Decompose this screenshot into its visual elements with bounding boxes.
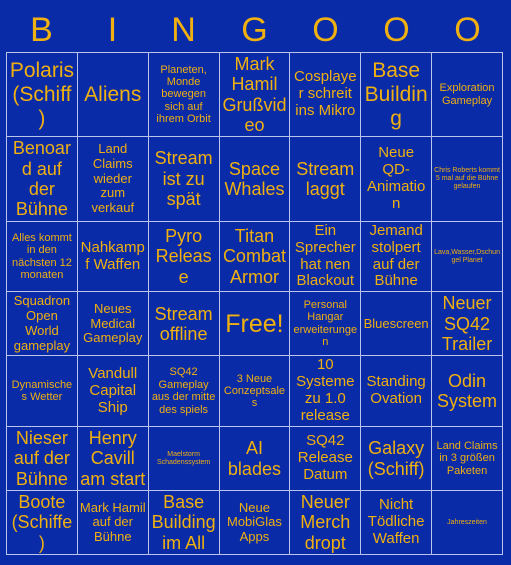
- bingo-letter-n: N: [171, 11, 196, 49]
- bingo-grid: Polaris (Schiff) Aliens Planeten, Monde be…: [6, 51, 503, 556]
- bingo-cell[interactable]: Stream laggt: [289, 136, 362, 222]
- bingo-row: Boote (Schiffe) Mark Hamil auf der Bühne B…: [6, 490, 503, 556]
- bingo-row: Polaris (Schiff) Aliens Planeten, Monde be…: [6, 51, 503, 138]
- bingo-cell[interactable]: Jemand stolpert auf der Bühne: [360, 220, 433, 293]
- bingo-cell[interactable]: Stream ist zu spät: [147, 136, 220, 222]
- bingo-cell[interactable]: Exploration Gameplay: [431, 51, 503, 138]
- bingo-cell[interactable]: Nicht Tödliche Waffen: [360, 490, 433, 556]
- bingo-cell[interactable]: Mark Hamil Grußvideo: [218, 51, 291, 138]
- bingo-cell[interactable]: Boote (Schiffe): [6, 490, 78, 556]
- bingo-cell[interactable]: Land Claims in 3 größen Paketen: [431, 426, 503, 492]
- bingo-cell[interactable]: Alles kommt in den nächsten 12 monaten: [6, 220, 78, 293]
- bingo-cell[interactable]: AI blades: [218, 426, 291, 492]
- bingo-title-row: B I N G O O O: [0, 0, 511, 52]
- bingo-cell[interactable]: Neue QD-Animation: [360, 136, 433, 222]
- bingo-cell[interactable]: Personal Hangar erweiterungen: [289, 291, 362, 357]
- bingo-letter-g: G: [241, 11, 268, 49]
- bingo-cell[interactable]: Land Claims wieder zum verkauf: [76, 136, 149, 222]
- bingo-letter-o1: O: [312, 11, 339, 49]
- bingo-cell[interactable]: Dynamisches Wetter: [6, 355, 78, 428]
- bingo-cell[interactable]: Nahkampf Waffen: [76, 220, 149, 293]
- bingo-cell[interactable]: Pyro Release: [147, 220, 220, 293]
- bingo-cell[interactable]: Planeten, Monde bewegen sich auf ihrem O…: [147, 51, 220, 138]
- bingo-cell[interactable]: Neue MobiGlas Apps: [218, 490, 291, 556]
- bingo-cell[interactable]: Chris Roberts kommt 5 mal auf die Bühne …: [431, 136, 503, 222]
- bingo-cell[interactable]: SQ42 Gameplay aus der mitte des spiels: [147, 355, 220, 428]
- bingo-row: Nieser auf der Bühne Henry Cavill am star…: [6, 426, 503, 492]
- bingo-cell[interactable]: Titan Combat Armor: [218, 220, 291, 293]
- bingo-letter-i: I: [107, 11, 118, 49]
- bingo-cell[interactable]: Neuer Merch dropt: [289, 490, 362, 556]
- bingo-cell[interactable]: 10 Systeme zu 1.0 release: [289, 355, 362, 428]
- bingo-row: Dynamisches Wetter Vandull Capital Ship SQ…: [6, 355, 503, 428]
- bingo-cell[interactable]: Standing Ovation: [360, 355, 433, 428]
- bingo-cell[interactable]: SQ42 Release Datum: [289, 426, 362, 492]
- bingo-cell[interactable]: Space Whales: [218, 136, 291, 222]
- bingo-cell[interactable]: Cosplayer schreit ins Mikro: [289, 51, 362, 138]
- bingo-cell[interactable]: Vandull Capital Ship: [76, 355, 149, 428]
- bingo-grid-container: Polaris (Schiff) Aliens Planeten, Monde be…: [0, 51, 511, 565]
- bingo-cell[interactable]: Nieser auf der Bühne: [6, 426, 78, 492]
- bingo-row: Squadron Open World gameplay Neues Medica…: [6, 291, 503, 357]
- bingo-free-cell[interactable]: Free!: [218, 291, 291, 357]
- bingo-cell[interactable]: Henry Cavill am start: [76, 426, 149, 492]
- bingo-row: Benoard auf der Bühne Land Claims wieder …: [6, 136, 503, 222]
- bingo-cell[interactable]: Base Building: [360, 51, 433, 138]
- bingo-cell[interactable]: Jahreszeiten: [431, 490, 503, 556]
- bingo-cell[interactable]: Benoard auf der Bühne: [6, 136, 78, 222]
- bingo-cell[interactable]: Neuer SQ42 Trailer: [431, 291, 503, 357]
- bingo-letter-b: B: [30, 11, 53, 49]
- bingo-cell[interactable]: Mark Hamil auf der Bühne: [76, 490, 149, 556]
- bingo-cell[interactable]: Aliens: [76, 51, 149, 138]
- bingo-row: Alles kommt in den nächsten 12 monaten Na…: [6, 220, 503, 293]
- bingo-cell[interactable]: Polaris (Schiff): [6, 51, 78, 138]
- bingo-cell[interactable]: Squadron Open World gameplay: [6, 291, 78, 357]
- bingo-cell[interactable]: Lava,Wasser,Dschungel Planet: [431, 220, 503, 293]
- bingo-letter-o3: O: [454, 11, 481, 49]
- bingo-card: B I N G O O O Polaris (Schiff) Aliens Plan…: [0, 0, 511, 556]
- bingo-cell[interactable]: Galaxy (Schiff): [360, 426, 433, 492]
- bingo-cell[interactable]: Neues Medical Gameplay: [76, 291, 149, 357]
- bingo-cell[interactable]: Bluescreen: [360, 291, 433, 357]
- bingo-cell[interactable]: Maelstorm Schadenssystem: [147, 426, 220, 492]
- bingo-letter-o2: O: [383, 11, 410, 49]
- bingo-cell[interactable]: Base Building im All: [147, 490, 220, 556]
- bingo-cell[interactable]: Odin System: [431, 355, 503, 428]
- bingo-cell[interactable]: Stream offline: [147, 291, 220, 357]
- bingo-cell[interactable]: Ein Sprecher hat nen Blackout: [289, 220, 362, 293]
- bingo-cell[interactable]: 3 Neue Conzeptsales: [218, 355, 291, 428]
